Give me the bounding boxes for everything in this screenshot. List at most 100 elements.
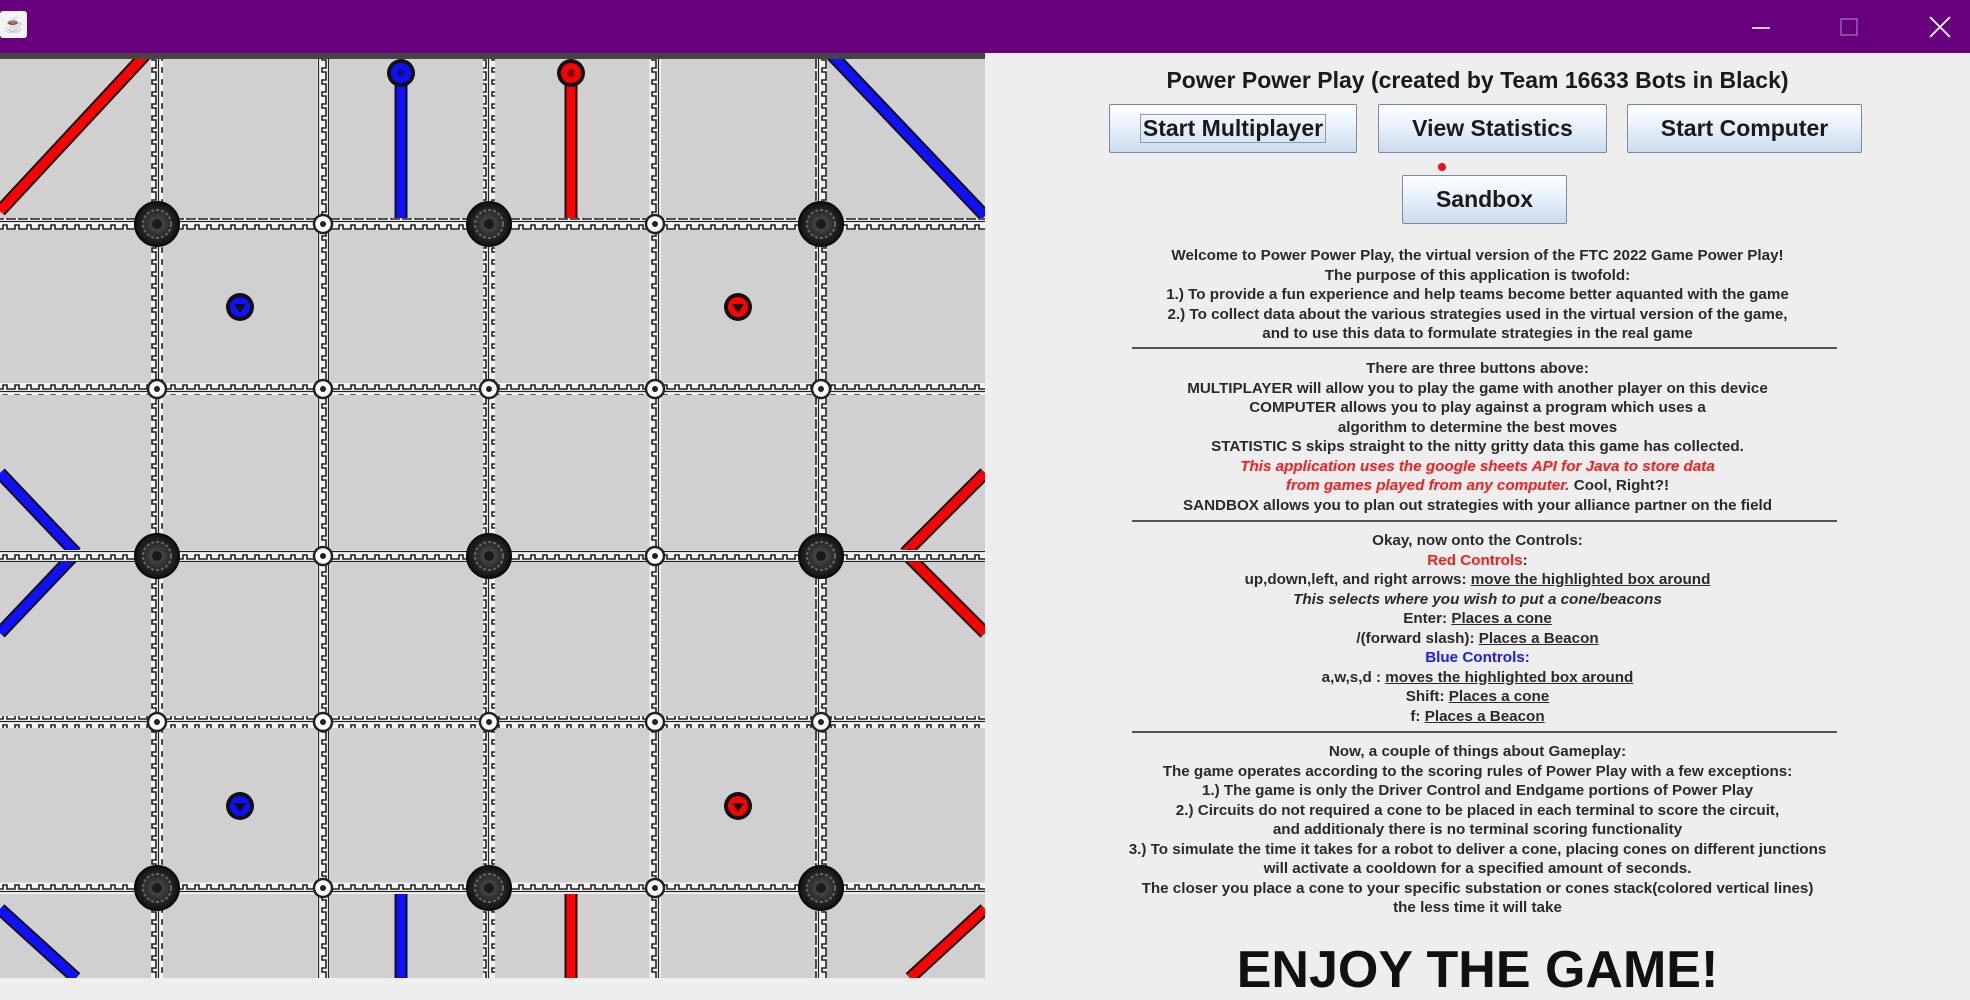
info-panel: Power Power Play (created by Team 16633 … xyxy=(985,53,1970,999)
minimize-button[interactable] xyxy=(1731,0,1791,53)
control-line: a,w,s,d : moves the highlighted box arou… xyxy=(985,668,1970,688)
control-line: f: Places a Beacon xyxy=(985,707,1970,727)
help-line: STATISTIC S skips straight to the nitty … xyxy=(1211,438,1744,455)
red-controls-line: Red Controls: xyxy=(985,551,1970,571)
intro-line: The purpose of this application is twofo… xyxy=(1324,266,1631,284)
view-statistics-button[interactable]: View Statistics xyxy=(1378,104,1607,153)
junction-center xyxy=(152,551,162,561)
blue-cone-icon-center xyxy=(397,69,405,77)
help-line-cool: Cool, Right?! xyxy=(1569,477,1670,494)
control-action: moves the highlighted box around xyxy=(1385,668,1634,686)
gameplay-line: 2.) Circuits do not required a cone to b… xyxy=(1175,801,1780,819)
tile-seam-vertical xyxy=(649,59,661,978)
ground-junction-center xyxy=(652,719,658,725)
help-line-api: This application uses the google sheets … xyxy=(1240,457,1715,475)
intro-text: Welcome to Power Power Play, the virtual… xyxy=(985,246,1970,344)
colon: : xyxy=(1522,551,1528,569)
game-field-canvas[interactable] xyxy=(0,48,990,983)
junction-center xyxy=(816,883,826,893)
control-action: Places a Beacon xyxy=(1424,707,1545,725)
red-controls-header: Red Controls xyxy=(1427,551,1523,569)
ground-junction-center xyxy=(154,386,160,392)
buttons-help-text: There are three buttons above: MULTIPLAY… xyxy=(985,359,1970,515)
junction-center xyxy=(484,551,494,561)
ground-junction-center xyxy=(320,553,326,559)
help-line: COMPUTER allows you to play against a pr… xyxy=(1249,399,1706,416)
intro-line: Welcome to Power Power Play, the virtual… xyxy=(1171,247,1784,264)
help-line: MULTIPLAYER will allow you to play the g… xyxy=(1187,379,1768,397)
sandbox-button[interactable]: Sandbox xyxy=(1402,175,1567,224)
start-computer-label: Start Computer xyxy=(1660,115,1829,141)
gameplay-text: Now, a couple of things about Gameplay: … xyxy=(985,742,1970,918)
blue-controls-header: Blue Controls: xyxy=(1425,649,1530,666)
ground-junction-center xyxy=(818,719,824,725)
junction-center xyxy=(152,219,162,229)
gameplay-line: The game operates according to the scori… xyxy=(1162,762,1793,780)
java-coffee-icon: ☕ xyxy=(0,11,27,38)
junction-center xyxy=(816,551,826,561)
control-line: up,down,left, and right arrows: move the… xyxy=(985,570,1970,590)
ground-junction-center xyxy=(320,885,326,891)
gameplay-line: 1.) The game is only the Driver Control … xyxy=(1201,782,1754,799)
gameplay-line: the less time it will take xyxy=(1393,899,1562,916)
ground-junction-center xyxy=(652,386,658,392)
gameplay-line: The closer you place a cone to your spec… xyxy=(1141,879,1814,897)
start-multiplayer-button[interactable]: Start Multiplayer xyxy=(1109,104,1357,153)
gameplay-line: will activate a cooldown for a specified… xyxy=(1263,860,1692,877)
tile-seam-vertical xyxy=(483,59,495,978)
close-button[interactable] xyxy=(1910,0,1970,53)
controls-text: Okay, now onto the Controls: Red Control… xyxy=(985,531,1970,726)
ground-junction-center xyxy=(652,553,658,559)
gameplay-line: and additionaly there is no terminal sco… xyxy=(1272,821,1683,838)
control-line: Shift: Places a cone xyxy=(985,687,1970,707)
sandbox-label: Sandbox xyxy=(1435,186,1534,212)
control-action: move the highlighted box around xyxy=(1470,571,1711,588)
window-titlebar: ☕ xyxy=(0,0,1970,53)
field-top-border xyxy=(0,53,985,59)
control-line: /(forward slash): Places a Beacon xyxy=(985,629,1970,649)
section-divider xyxy=(1132,520,1837,522)
junction-center xyxy=(484,883,494,893)
ground-junction-center xyxy=(652,885,658,891)
start-computer-button[interactable]: Start Computer xyxy=(1627,104,1862,153)
help-line: from games played from any computer. Coo… xyxy=(985,476,1970,496)
tile-seam-vertical xyxy=(317,59,329,978)
view-statistics-label: View Statistics xyxy=(1412,115,1573,141)
start-multiplayer-label: Start Multiplayer xyxy=(1139,114,1327,143)
control-action: Places a cone xyxy=(1448,688,1550,705)
ground-junction-center xyxy=(154,719,160,725)
section-divider xyxy=(1132,347,1837,349)
junction-center xyxy=(152,883,162,893)
minimize-icon xyxy=(1752,26,1770,29)
close-icon xyxy=(1929,15,1951,38)
control-key: up,down,left, and right arrows: xyxy=(1244,571,1471,588)
maximize-button[interactable] xyxy=(1819,0,1879,53)
red-cone-icon-center xyxy=(567,69,575,77)
cursor-dot xyxy=(1438,163,1446,171)
app-title: Power Power Play (created by Team 16633 … xyxy=(1166,67,1789,93)
tile-seam-vertical xyxy=(151,59,163,978)
control-note: This selects where you wish to put a con… xyxy=(1293,590,1662,608)
help-line: SANDBOX allows you to plan out strategie… xyxy=(1182,496,1773,514)
intro-line: and to use this data to formulate strate… xyxy=(1262,325,1693,342)
junction-center xyxy=(816,219,826,229)
controls-header: Okay, now onto the Controls: xyxy=(1372,532,1583,549)
control-key: Enter: xyxy=(1403,610,1452,627)
ground-junction-center xyxy=(320,386,326,392)
ground-junction-center xyxy=(486,386,492,392)
help-line: algorithm to determine the best moves xyxy=(1337,418,1618,436)
gameplay-line: 3.) To simulate the time it takes for a … xyxy=(1128,840,1827,858)
ground-junction-center xyxy=(652,221,658,227)
control-key: f: xyxy=(1410,707,1425,725)
gameplay-line: Now, a couple of things about Gameplay: xyxy=(1328,743,1627,760)
ground-junction-center xyxy=(486,719,492,725)
ground-junction-center xyxy=(818,386,824,392)
game-field[interactable] xyxy=(0,48,990,983)
help-line-api-cont: from games played from any computer. xyxy=(1285,477,1570,494)
enjoy-banner: ENJOY THE GAME! xyxy=(1236,941,1719,999)
intro-line: 2.) To collect data about the various st… xyxy=(1167,305,1788,323)
tile-seam-vertical xyxy=(815,59,827,978)
control-key: /(forward slash): xyxy=(1356,629,1479,647)
maximize-icon xyxy=(1840,17,1858,36)
control-line: Enter: Places a cone xyxy=(985,609,1970,629)
